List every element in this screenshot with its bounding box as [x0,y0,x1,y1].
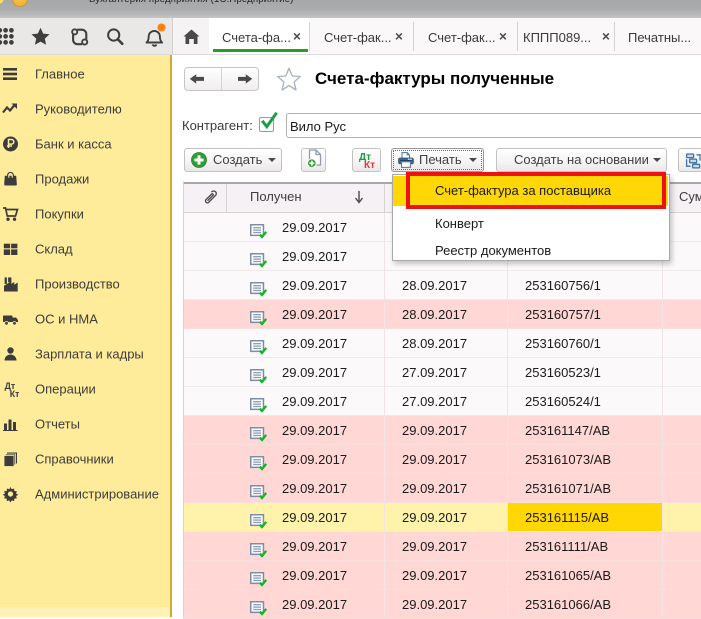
svg-text:Кт: Кт [10,389,19,398]
